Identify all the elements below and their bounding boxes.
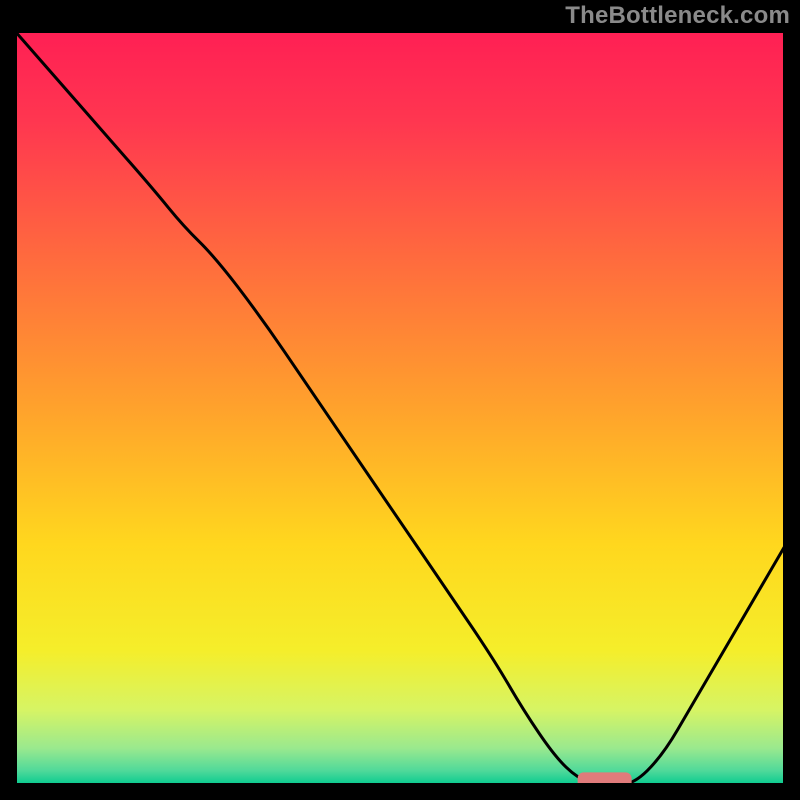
chart-background (14, 30, 786, 786)
bottleneck-chart (14, 30, 786, 786)
chart-frame (14, 30, 786, 786)
watermark-text: TheBottleneck.com (565, 2, 790, 30)
